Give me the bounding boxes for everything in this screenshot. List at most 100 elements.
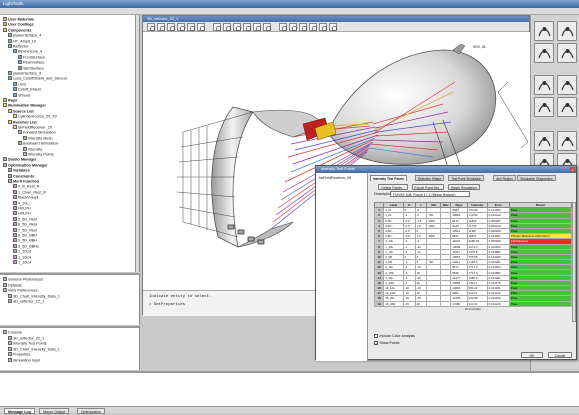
sketch-curve-icon[interactable] bbox=[534, 97, 554, 117]
dialog-tree[interactable]: farFieldReceiver_29 bbox=[316, 173, 368, 361]
tree-item[interactable]: Intensity Mesh bbox=[23, 135, 52, 141]
tree-item[interactable]: User Materials bbox=[3, 17, 34, 22]
front-view-icon[interactable] bbox=[233, 23, 241, 31]
tree-item[interactable]: Components bbox=[3, 27, 31, 33]
table-scrollbar[interactable] bbox=[572, 202, 576, 322]
tree-item[interactable]: RearSurface bbox=[18, 60, 44, 65]
dialog-tab[interactable]: Aim Region bbox=[493, 175, 516, 181]
props-item[interactable]: General Preferences bbox=[3, 277, 43, 282]
tree-item[interactable]: HVLPH bbox=[13, 211, 31, 216]
measure-icon[interactable] bbox=[309, 23, 317, 31]
tree-item[interactable]: 1_10LH bbox=[13, 254, 31, 260]
sketch-spline-icon[interactable] bbox=[557, 97, 577, 117]
export-point-set-button[interactable]: Export Point Set... bbox=[412, 184, 444, 190]
tree-item[interactable]: planeInterface_4 bbox=[8, 33, 41, 38]
tree-item[interactable]: Lens_CutoffShield_and_Shroud bbox=[8, 76, 67, 81]
tree-item[interactable]: HVLPH bbox=[13, 206, 31, 211]
lock-icon[interactable] bbox=[319, 23, 327, 31]
fit-icon[interactable] bbox=[197, 23, 205, 31]
receiver-tool-icon[interactable] bbox=[557, 43, 577, 63]
bottom-tab[interactable]: Optimization bbox=[76, 408, 105, 414]
dialog-tab[interactable]: Simulation Diagnostics bbox=[517, 175, 556, 181]
command-input[interactable]: > SetProperties bbox=[149, 303, 185, 307]
tree-item[interactable]: 7_5D_Rest bbox=[13, 227, 37, 233]
tree-item[interactable]: Backward Simulation bbox=[18, 141, 58, 146]
dialog-tab[interactable]: Intensity Test Points bbox=[370, 175, 407, 181]
wireframe-icon[interactable] bbox=[213, 23, 221, 31]
ungroup-icon[interactable] bbox=[557, 131, 577, 151]
tree-item[interactable]: Forward Simulation bbox=[18, 130, 56, 135]
table-row[interactable]: 6 0.5D... -0.5 1.5 1000 9817 11847 0.014251 Phot… bbox=[373, 233, 573, 240]
iso-view-icon[interactable] bbox=[263, 23, 271, 31]
light-icon[interactable] bbox=[329, 23, 337, 31]
shaded-icon[interactable] bbox=[223, 23, 231, 31]
tree-item[interactable]: Lens bbox=[13, 81, 26, 87]
tree-item[interactable]: Shroud bbox=[13, 92, 30, 98]
tree-item[interactable]: Cutoff_Shield bbox=[13, 87, 41, 92]
bottom-tab[interactable]: Message Log bbox=[4, 408, 35, 414]
tree-item[interactable]: 0_B_Rest_R bbox=[13, 184, 40, 189]
tree-item[interactable]: Constraints bbox=[8, 173, 34, 179]
dialog-tab[interactable]: Selection Shape bbox=[414, 175, 445, 181]
tree-item[interactable]: Illumination Manager bbox=[3, 103, 46, 108]
props-item[interactable]: 3D_reflector_22_1 bbox=[8, 299, 44, 304]
rotate-icon[interactable] bbox=[187, 23, 195, 31]
console-item[interactable]: Properties bbox=[8, 352, 30, 357]
tree-item[interactable]: 1_10LH bbox=[13, 249, 31, 254]
tree-item[interactable]: 5_6D_Rest bbox=[13, 216, 37, 222]
mirror-tool-icon[interactable] bbox=[557, 21, 577, 41]
cancel-button[interactable]: Cancel bbox=[548, 352, 572, 358]
tree-item[interactable]: 9_5D_BBH bbox=[13, 238, 37, 243]
tree-item[interactable]: planeInterface_5 bbox=[8, 71, 41, 76]
select-icon[interactable] bbox=[147, 23, 155, 31]
show-points-checkbox[interactable]: ✓Show Points bbox=[374, 341, 399, 346]
close-icon[interactable]: × bbox=[570, 167, 575, 172]
tree-item[interactable]: Intensity Points bbox=[23, 152, 54, 157]
console-item[interactable]: 3D_reflector_22_1 bbox=[8, 335, 44, 341]
test-points-table[interactable]: Label H L Min Max Rays Intensity Error Result 10… bbox=[373, 201, 573, 312]
top-view-icon[interactable] bbox=[253, 23, 261, 31]
console-item[interactable]: 3D_Chart_Intensity_Data_1 bbox=[8, 346, 60, 352]
tree-item[interactable]: User Coatings bbox=[3, 22, 34, 27]
grid-icon[interactable] bbox=[299, 23, 307, 31]
dialog-tab[interactable]: Test Point Simulation bbox=[448, 175, 485, 181]
pan-icon[interactable] bbox=[177, 23, 185, 31]
begin-simulation-button[interactable]: Begin Simulation bbox=[448, 184, 480, 190]
group-icon[interactable] bbox=[534, 131, 554, 151]
tree-item[interactable]: farFieldReceiver_29 bbox=[13, 125, 52, 130]
console-item[interactable]: Intensity Test Points bbox=[8, 341, 47, 346]
tree-item[interactable]: Source List bbox=[8, 108, 34, 114]
tree-item[interactable]: Variables bbox=[8, 168, 30, 173]
props-item[interactable]: Defaults bbox=[3, 282, 22, 288]
tree-item[interactable]: Optimization Manager bbox=[3, 162, 48, 168]
menu-bar[interactable] bbox=[0, 8, 579, 15]
lens-tool-icon[interactable] bbox=[534, 21, 554, 41]
tree-item[interactable]: Reflector bbox=[8, 44, 28, 49]
sketch-line-icon[interactable] bbox=[534, 75, 554, 95]
tree-item[interactable]: Receiver List bbox=[8, 119, 37, 125]
tree-item[interactable]: Studio Manager bbox=[3, 157, 36, 162]
tree-item[interactable]: 4_10L_ bbox=[13, 200, 31, 206]
console-item[interactable]: Console bbox=[3, 330, 22, 335]
tree-item[interactable]: 1_10LH bbox=[13, 260, 31, 265]
tree-item[interactable]: HT_Ampli_10 bbox=[8, 38, 36, 44]
tree-item[interactable]: Intensity bbox=[23, 146, 42, 152]
tree-item[interactable]: CylinderSource_29_29 bbox=[13, 114, 57, 119]
tree-item[interactable]: FrontSurface bbox=[18, 54, 45, 60]
dialog-tree-item[interactable]: farFieldReceiver_29 bbox=[319, 176, 351, 180]
side-view-icon[interactable] bbox=[243, 23, 251, 31]
include-color-analysis-checkbox[interactable]: Include Color Analysis bbox=[374, 334, 415, 338]
zoom-out-icon[interactable] bbox=[167, 23, 175, 31]
system-navigator-tree[interactable]: User Materials User Coatings Components pla… bbox=[0, 15, 140, 272]
console-panel[interactable]: Console 3D_reflector_22_1 Intensity Test P… bbox=[0, 326, 140, 370]
preferences-panel[interactable]: General Preferences Defaults View Preferen… bbox=[0, 273, 140, 325]
tree-scrollbar[interactable] bbox=[135, 15, 139, 272]
console-item[interactable]: Simulation Input bbox=[8, 358, 40, 363]
sketch-arc-icon[interactable] bbox=[557, 75, 577, 95]
tree-item[interactable]: Merit Function bbox=[8, 179, 39, 184]
source-tool-icon[interactable] bbox=[534, 43, 554, 63]
bottom-tab[interactable]: Macro Output bbox=[39, 408, 70, 414]
tree-item[interactable]: 1_Chan_Rest_R bbox=[13, 189, 46, 195]
tree-item[interactable]: Rays bbox=[3, 98, 17, 103]
define-points-button[interactable]: Define Points... bbox=[378, 184, 408, 190]
